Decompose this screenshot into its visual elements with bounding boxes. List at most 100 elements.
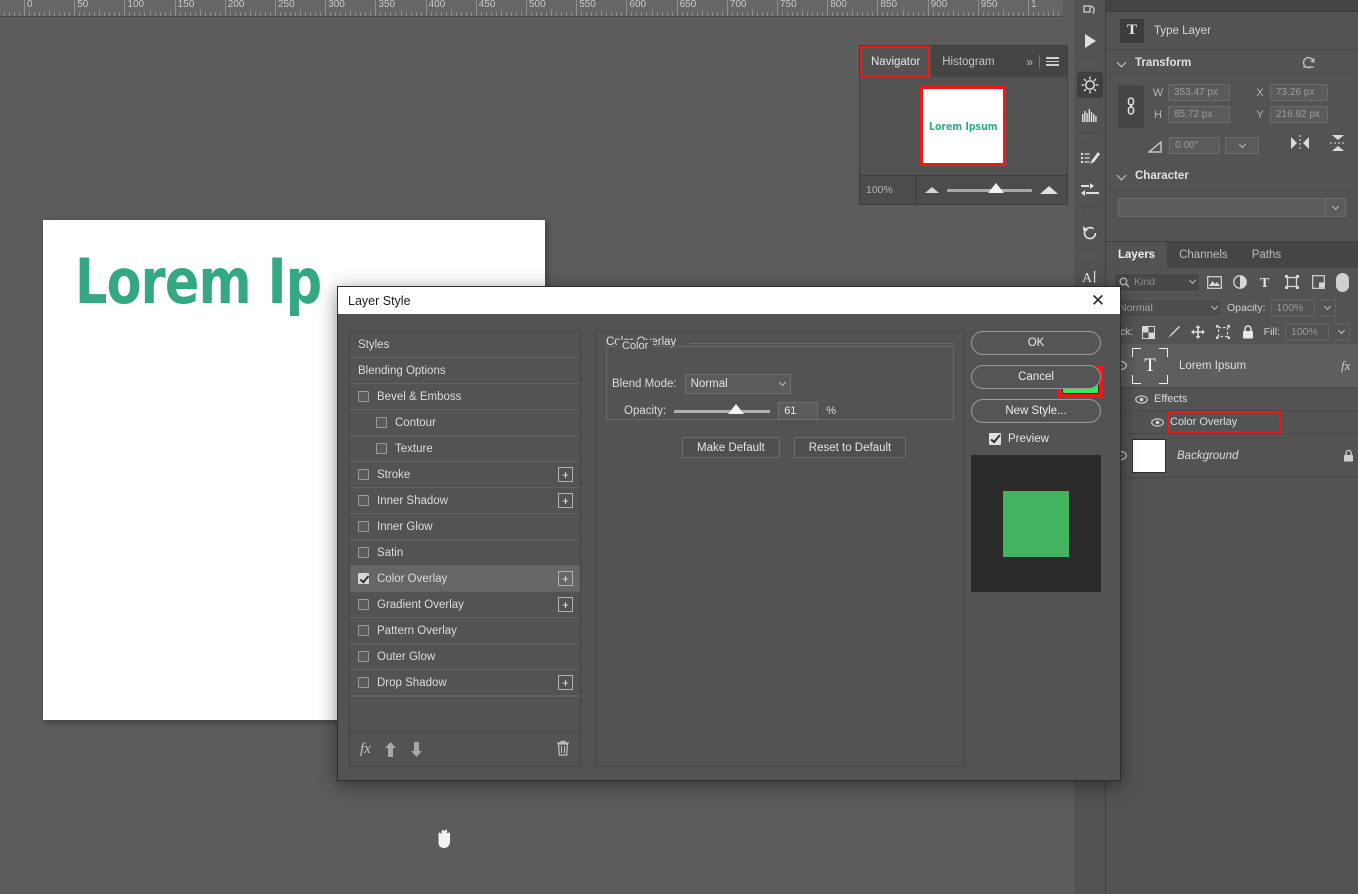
dialog-titlebar[interactable]: Layer Style ✕ (338, 287, 1120, 314)
effects-label[interactable]: Effects (1154, 393, 1187, 405)
style-checkbox[interactable] (358, 391, 369, 402)
layer-style-dialog[interactable]: Layer Style ✕ Styles Blending Options Be… (337, 286, 1121, 781)
type-filter-icon[interactable]: T (1254, 272, 1278, 292)
tab-paths[interactable]: Paths (1240, 242, 1293, 268)
fx-icon[interactable]: fx (360, 741, 371, 758)
layer-row-lorem-ipsum[interactable]: T Lorem Ipsum fx (1106, 344, 1358, 388)
style-checkbox[interactable] (376, 417, 387, 428)
panel-drag-handle[interactable]: ······ (1074, 137, 1105, 144)
style-item-bevel-emboss[interactable]: Bevel & Emboss (350, 384, 580, 410)
chevron-double-right-icon[interactable]: » (1026, 55, 1033, 69)
arrow-up-icon[interactable] (384, 742, 397, 757)
color-overlay-label[interactable]: Color Overlay (1170, 416, 1237, 428)
angle-dropdown[interactable] (1225, 137, 1259, 154)
layer-effects-row[interactable]: Effects (1106, 388, 1358, 411)
width-input[interactable]: 353.47 px (1168, 84, 1230, 101)
style-item-satin[interactable]: Satin (350, 540, 580, 566)
opacity-slider-knob[interactable] (728, 404, 744, 414)
reset-to-default-button[interactable]: Reset to Default (794, 437, 906, 458)
style-item-styles[interactable]: Styles (350, 332, 580, 358)
style-checkbox[interactable] (358, 521, 369, 532)
preview-row[interactable]: Preview (989, 433, 1109, 445)
lock-artboard-icon[interactable] (1213, 322, 1233, 342)
angle-input[interactable]: 0.00° (1169, 137, 1220, 154)
chevron-down-icon[interactable] (1118, 171, 1127, 180)
style-checkbox[interactable] (376, 443, 387, 454)
layer-name[interactable]: Background (1166, 450, 1338, 462)
chevron-down-icon[interactable] (1334, 323, 1350, 341)
style-item-contour[interactable]: Contour (350, 410, 580, 436)
shape-filter-icon[interactable] (1280, 272, 1304, 292)
brush-presets-icon[interactable] (1074, 144, 1106, 174)
chevron-down-icon[interactable] (779, 379, 786, 386)
layer-row-background[interactable]: Background (1106, 434, 1358, 478)
tab-histogram[interactable]: Histogram (931, 46, 1005, 77)
layer-thumbnail-type[interactable]: T (1132, 348, 1168, 384)
horizontal-ruler[interactable]: 5005010015020025030035040045050055060065… (0, 0, 1063, 17)
navigator-zoom-slider-knob[interactable] (988, 183, 1004, 193)
fill-value[interactable]: 100% (1285, 323, 1329, 341)
zoom-out-icon[interactable] (925, 187, 939, 193)
opacity-input[interactable]: 61 (778, 402, 818, 420)
layer-opacity-value[interactable]: 100% (1271, 299, 1315, 317)
navigator-zoom-value[interactable]: 100% (860, 176, 916, 204)
style-item-blending-options[interactable]: Blending Options (350, 358, 580, 384)
blend-mode-select[interactable]: Normal (685, 374, 791, 394)
style-checkbox[interactable] (358, 547, 369, 558)
effects-visibility-toggle[interactable] (1128, 395, 1154, 404)
filter-enable-toggle[interactable] (1336, 273, 1349, 292)
image-filter-icon[interactable] (1202, 272, 1226, 292)
histogram-icon[interactable] (1074, 100, 1106, 130)
close-icon[interactable]: ✕ (1086, 289, 1110, 313)
chevron-down-icon[interactable] (1211, 303, 1218, 310)
navigator-panel[interactable]: Navigator Histogram » Lorem Ipsum 100% (859, 45, 1068, 205)
navigator-thumbnail[interactable]: Lorem Ipsum (920, 86, 1006, 166)
style-checkbox[interactable] (358, 599, 369, 610)
history-icon[interactable] (1074, 218, 1106, 248)
style-checkbox[interactable] (358, 677, 369, 688)
style-checkbox[interactable] (358, 469, 369, 480)
lock-image-icon[interactable] (1163, 322, 1183, 342)
panel-drag-handle[interactable]: ······ (1074, 255, 1105, 262)
chevron-down-icon[interactable] (1118, 58, 1127, 67)
chevron-down-icon[interactable] (1325, 199, 1345, 216)
layer-effect-color-overlay-row[interactable]: Color Overlay (1106, 411, 1358, 434)
style-item-outer-glow[interactable]: Outer Glow (350, 644, 580, 670)
add-effect-icon[interactable]: + (558, 675, 573, 690)
style-checkbox[interactable] (358, 495, 369, 506)
flip-vertical-icon[interactable] (1330, 134, 1346, 157)
tool-presets-icon[interactable] (1074, 174, 1106, 204)
lock-position-icon[interactable] (1188, 322, 1208, 342)
chevron-down-icon[interactable] (1320, 299, 1336, 317)
fx-icon[interactable]: fx (1338, 358, 1358, 373)
y-input[interactable]: 216.92 px (1270, 106, 1328, 123)
layer-name[interactable]: Lorem Ipsum (1168, 360, 1338, 372)
smartobject-filter-icon[interactable] (1306, 272, 1330, 292)
add-effect-icon[interactable]: + (558, 571, 573, 586)
add-effect-icon[interactable]: + (558, 597, 573, 612)
tab-layers[interactable]: Layers (1106, 242, 1167, 268)
play-icon[interactable] (1074, 26, 1106, 56)
style-item-drop-shadow[interactable]: Drop Shadow + (350, 670, 580, 696)
style-item-texture[interactable]: Texture (350, 436, 580, 462)
hamburger-menu-icon[interactable] (1046, 57, 1059, 66)
transform-section-header[interactable]: Transform (1106, 50, 1358, 76)
style-item-inner-glow[interactable]: Inner Glow (350, 514, 580, 540)
flip-horizontal-icon[interactable] (1290, 135, 1310, 156)
style-item-pattern-overlay[interactable]: Pattern Overlay (350, 618, 580, 644)
layers-panel[interactable]: Layers Channels Paths Kind T (1106, 241, 1358, 478)
new-style-button[interactable]: New Style... (971, 399, 1101, 423)
style-item-stroke[interactable]: Stroke + (350, 462, 580, 488)
tab-navigator[interactable]: Navigator (860, 46, 931, 77)
make-default-button[interactable]: Make Default (682, 437, 780, 458)
adjustment-filter-icon[interactable] (1228, 272, 1252, 292)
sun-adjust-icon[interactable] (1077, 72, 1103, 98)
add-effect-icon[interactable]: + (558, 493, 573, 508)
style-item-inner-shadow[interactable]: Inner Shadow + (350, 488, 580, 514)
cancel-button[interactable]: Cancel (971, 365, 1101, 389)
navigator-zoom-slider[interactable] (947, 189, 1032, 192)
layer-thumbnail-background[interactable] (1132, 439, 1166, 473)
styles-list-panel[interactable]: Styles Blending Options Bevel & Emboss C… (349, 331, 581, 767)
link-chain-icon[interactable] (1118, 85, 1144, 128)
lock-icon[interactable] (1338, 449, 1358, 462)
